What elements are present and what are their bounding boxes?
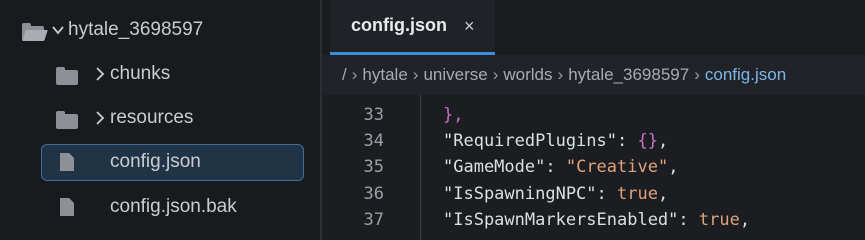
code-text: },: [443, 105, 463, 125]
tab-label: config.json: [351, 15, 447, 35]
code-token: :: [596, 184, 618, 204]
tree-item-label: config.json.bak: [110, 196, 237, 217]
code-token: ,: [657, 131, 669, 151]
file-explorer: hytale_3698597 chunks resources config.j…: [0, 0, 320, 240]
chevron-right-icon: ›: [694, 65, 700, 84]
tree-item-config-json[interactable]: config.json: [60, 142, 201, 182]
code-token: ,: [668, 157, 679, 177]
code-line[interactable]: 37 "IsSpawnMarkersEnabled": true,: [322, 207, 865, 233]
code-token: "IsSpawningNPC": [443, 184, 597, 204]
code-token: :: [545, 157, 566, 177]
code-text: "GameMode": "Creative",: [443, 157, 678, 177]
code-token: :: [617, 131, 638, 151]
code-token: "RequiredPlugins": [443, 131, 617, 151]
tree-item-label: resources: [110, 107, 194, 128]
code-token: "IsSpawnMarkersEnabled": [443, 210, 679, 230]
code-text: "IsSpawningNPC": true,: [443, 184, 668, 204]
line-number: 33: [363, 105, 384, 125]
chevron-right-icon[interactable]: [92, 110, 108, 126]
code-token: ,: [739, 210, 751, 230]
tree-item-config-json-bak[interactable]: config.json.bak: [60, 187, 237, 227]
code-line[interactable]: 34 "RequiredPlugins": {},: [322, 128, 865, 154]
code-text: "IsSpawnMarkersEnabled": true,: [443, 210, 750, 230]
breadcrumb-item[interactable]: hytale_3698597: [568, 65, 689, 85]
tree-root-folder[interactable]: hytale_3698597: [22, 10, 203, 50]
code-token: ,: [657, 184, 669, 204]
breadcrumb-item[interactable]: worlds: [503, 65, 552, 85]
line-number: 35: [363, 157, 384, 177]
chevron-right-icon: ›: [351, 65, 358, 84]
breadcrumb-item[interactable]: universe: [423, 65, 487, 85]
code-text: "RequiredPlugins": {},: [443, 131, 668, 151]
code-editor[interactable]: 33}, 34 "RequiredPlugins": {}, 35 "GameMode"…: [322, 95, 865, 240]
folder-open-icon: [22, 22, 44, 41]
file-icon: [60, 153, 74, 171]
chevron-right-icon: ›: [492, 65, 499, 84]
breadcrumb: / › hytale › universe › worlds › hytale_…: [322, 55, 865, 95]
folder-icon: [56, 110, 78, 129]
line-number: 37: [363, 210, 384, 230]
breadcrumb-item-root[interactable]: /: [342, 65, 347, 85]
code-token: true: [698, 210, 740, 230]
line-number: 36: [363, 184, 384, 204]
chevron-right-icon[interactable]: [92, 66, 108, 82]
code-token: :: [678, 210, 699, 230]
code-token: {}: [637, 131, 658, 151]
tree-item-resources[interactable]: resources: [56, 98, 193, 138]
code-line[interactable]: 35 "GameMode": "Creative",: [322, 154, 865, 180]
tree-item-label: chunks: [110, 63, 171, 84]
chevron-down-icon[interactable]: [50, 22, 66, 38]
tree-root-label: hytale_3698597: [68, 19, 204, 40]
chevron-right-icon: ›: [557, 65, 564, 84]
code-token: },: [443, 105, 464, 125]
close-icon[interactable]: ×: [464, 16, 475, 36]
line-number: 34: [363, 131, 384, 151]
code-token: "Creative": [565, 157, 669, 177]
tree-item-chunks[interactable]: chunks: [56, 54, 170, 94]
tab-bar: config.json ×: [322, 0, 865, 55]
code-token: "GameMode": [443, 157, 546, 177]
tree-item-label: config.json: [110, 151, 201, 172]
file-icon: [60, 198, 74, 216]
tab-config-json[interactable]: config.json ×: [330, 0, 495, 55]
code-line[interactable]: 36 "IsSpawningNPC": true,: [322, 181, 865, 207]
chevron-right-icon: ›: [412, 65, 419, 84]
folder-icon: [56, 66, 78, 85]
code-token: true: [617, 184, 658, 204]
breadcrumb-item-current[interactable]: config.json: [705, 65, 786, 85]
code-line[interactable]: 33},: [322, 102, 865, 128]
breadcrumb-item[interactable]: hytale: [362, 65, 407, 85]
